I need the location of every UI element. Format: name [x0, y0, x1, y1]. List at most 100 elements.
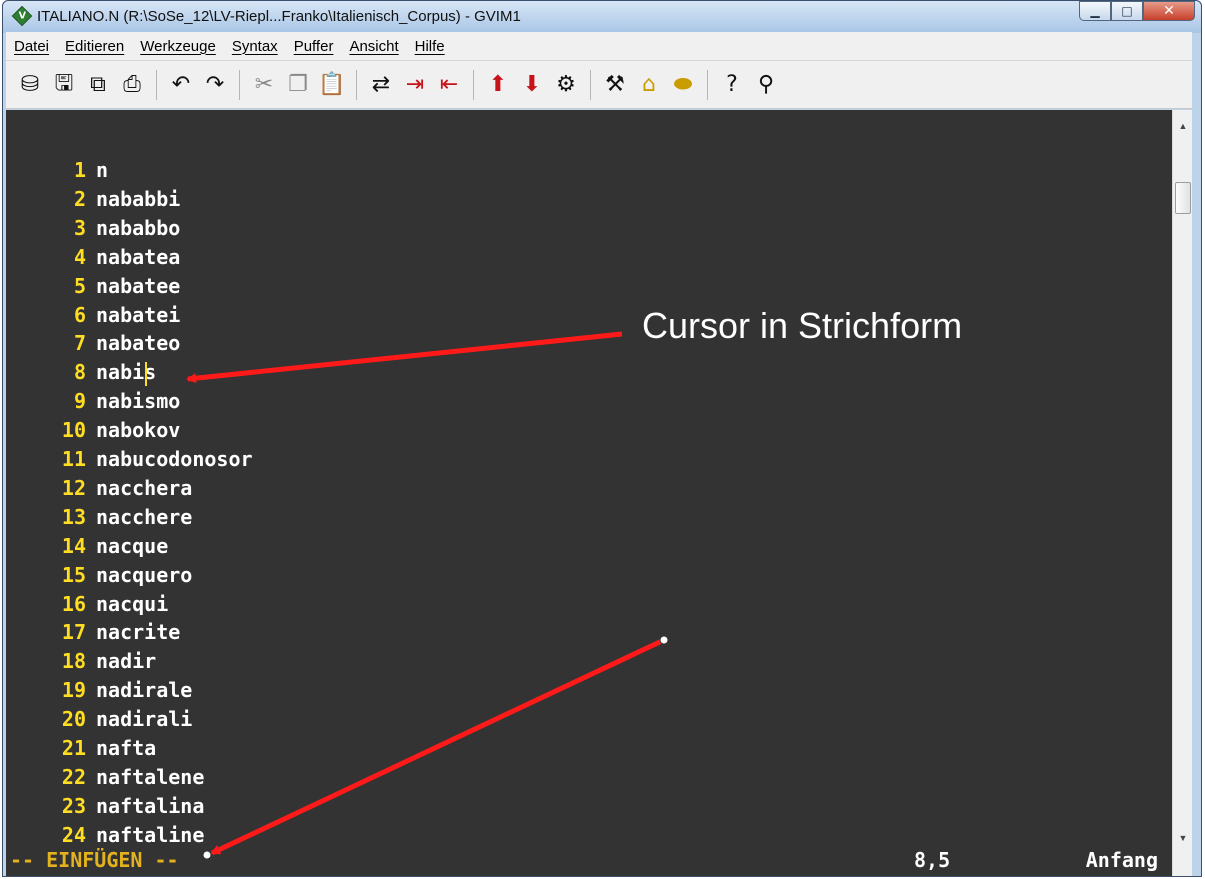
line-number: 18	[61, 649, 86, 674]
title-bar[interactable]: ITALIANO.N (R:\SoSe_12\LV-Riepl...Franko…	[3, 1, 1201, 33]
line-text: nacquero	[96, 562, 193, 587]
editor-line[interactable]: 1n	[6, 158, 108, 187]
line-text: nababbi	[96, 186, 181, 211]
save-icon[interactable]: 🖫	[48, 69, 80, 101]
editor-line[interactable]: 19 nadirale	[6, 678, 192, 707]
shell-icon[interactable]: ⌂	[633, 69, 665, 101]
toolbar-separator	[473, 69, 474, 100]
line-number: 14	[61, 533, 86, 558]
line-text: nabatei	[96, 302, 181, 327]
help-icon[interactable]: ?	[716, 69, 748, 101]
line-number: 23	[61, 793, 86, 818]
editor-line[interactable]: 6 nabatei	[6, 303, 180, 332]
editor-line[interactable]: 4 nabatea	[6, 245, 180, 274]
toolbar: ⛁ 🖫 ⧉ ⎙ ↶ ↷ ✂ ❐ 📋 ⇄ ⇥ ⇤ ⬆ ⬇ ⚙ ⚒ ⌂ ⬬? ⚲	[6, 61, 1192, 109]
line-number: 3	[73, 215, 86, 240]
find-next-icon[interactable]: ⇥	[399, 69, 431, 101]
scrollbar-thumb[interactable]	[1175, 182, 1191, 214]
run-script-icon[interactable]: ⚙	[550, 69, 582, 101]
maximize-button[interactable]: □	[1111, 1, 1143, 21]
redo-icon[interactable]: ↷	[199, 69, 231, 101]
save-session-icon[interactable]: ⬇	[516, 69, 548, 101]
text-editor[interactable]: 1 n 2 nababbi 3 nababbo 4 nabatea 5 nabatee 6 nabat…	[6, 110, 1172, 848]
print-icon[interactable]: ⎙	[116, 69, 148, 101]
menu-editieren[interactable]: Editieren	[57, 38, 132, 55]
line-number: 24	[61, 822, 86, 847]
load-session-icon[interactable]: ⬆	[482, 69, 514, 101]
editor-line[interactable]: 3 nababbo	[6, 216, 180, 245]
editor-line[interactable]: 5 nabatee	[6, 274, 180, 303]
line-number: 6	[73, 302, 86, 327]
open-icon[interactable]: ⛁	[14, 69, 46, 101]
line-number: 21	[61, 736, 86, 760]
find-prev-icon[interactable]: ⇤	[433, 69, 465, 101]
editor-line[interactable]: 21 nafta	[6, 736, 156, 765]
line-number: 16	[61, 591, 86, 616]
line-number: 11	[61, 447, 86, 471]
save-all-icon[interactable]: ⧉	[82, 69, 114, 101]
close-button[interactable]: ✕	[1143, 1, 1195, 21]
line-text: nabokov	[96, 418, 181, 443]
line-number: 19	[61, 678, 86, 703]
menu-hilfe[interactable]: Hilfe	[407, 38, 453, 55]
editor-line[interactable]: 8 nabis	[6, 360, 156, 389]
menu-werkzeuge[interactable]: Werkzeuge	[132, 38, 224, 55]
mode-indicator: -- EINFÜGEN --	[10, 848, 179, 872]
replace-icon[interactable]: ⇄	[365, 69, 397, 101]
undo-icon[interactable]: ↶	[165, 69, 197, 101]
line-number: 12	[61, 475, 86, 500]
copy-icon[interactable]: ❐	[282, 69, 314, 101]
line-number: 13	[61, 504, 86, 529]
line-text: nabatea	[96, 244, 181, 269]
toolbar-separator	[590, 69, 591, 100]
editor-line[interactable]: 2 nababbi	[6, 187, 180, 216]
editor-line[interactable]: 10 nabokov	[6, 418, 180, 447]
editor-line[interactable]: 23 naftalina	[6, 794, 204, 823]
editor-line[interactable]: 16 nacqui	[6, 592, 168, 621]
editor-line[interactable]: 24 naftaline	[6, 823, 204, 848]
line-text: nadir	[96, 649, 157, 674]
menu-syntax[interactable]: Syntax	[224, 38, 286, 55]
editor-line[interactable]: 22 naftalene	[6, 765, 204, 794]
line-text: nabucodonosor	[96, 447, 253, 471]
vim-app-icon[interactable]	[11, 5, 33, 27]
find-help-icon[interactable]: ⚲	[750, 69, 782, 101]
line-number: 22	[61, 764, 86, 789]
minimize-button[interactable]: ▁	[1079, 1, 1111, 21]
editor-line[interactable]: 17 nacrite	[6, 620, 180, 649]
editor-line[interactable]: 20 nadirali	[6, 707, 192, 736]
vertical-scrollbar[interactable]: ▲ ▼	[1172, 110, 1192, 876]
scroll-position: Anfang	[1085, 848, 1158, 872]
editor-line[interactable]: 15 nacquero	[6, 563, 192, 592]
line-text: nacqui	[96, 591, 169, 616]
line-text: nabis	[96, 360, 157, 385]
line-number: 20	[61, 707, 86, 732]
paste-icon[interactable]: 📋	[316, 69, 348, 101]
scroll-down-arrow-icon[interactable]: ▼	[1173, 828, 1193, 848]
window-controls: ▁ □ ✕	[1079, 1, 1195, 23]
cut-icon[interactable]: ✂	[248, 69, 280, 101]
toolbar-separator	[239, 69, 240, 100]
menu-datei[interactable]: Datei	[6, 38, 57, 55]
editor-line[interactable]: 7 nabateo	[6, 331, 180, 360]
menu-puffer[interactable]: Puffer	[286, 38, 342, 55]
line-text: naftalene	[96, 764, 205, 789]
editor-line[interactable]: 11 nabucodonosor	[6, 447, 253, 476]
menu-ansicht[interactable]: Ansicht	[341, 38, 406, 55]
tags-icon[interactable]: ⬬	[667, 69, 699, 101]
editor-line[interactable]: 9 nabismo	[6, 389, 180, 418]
editor-line[interactable]: 14 nacque	[6, 534, 168, 563]
status-line: -- EINFÜGEN -- 8,5 Anfang	[6, 848, 1172, 876]
line-number: 2	[73, 186, 86, 211]
line-text: nacque	[96, 533, 169, 558]
toolbar-separator	[356, 69, 357, 100]
editor-line[interactable]: 18 nadir	[6, 649, 156, 678]
make-icon[interactable]: ⚒	[599, 69, 631, 101]
editor-line[interactable]: 12 nacchera	[6, 476, 192, 505]
line-number: 1	[73, 158, 86, 182]
line-text: nababbo	[96, 215, 181, 240]
editor-line[interactable]: 13 nacchere	[6, 505, 192, 534]
line-text: nafta	[96, 736, 157, 760]
scroll-up-arrow-icon[interactable]: ▲	[1173, 116, 1193, 136]
line-number: 4	[73, 244, 86, 269]
